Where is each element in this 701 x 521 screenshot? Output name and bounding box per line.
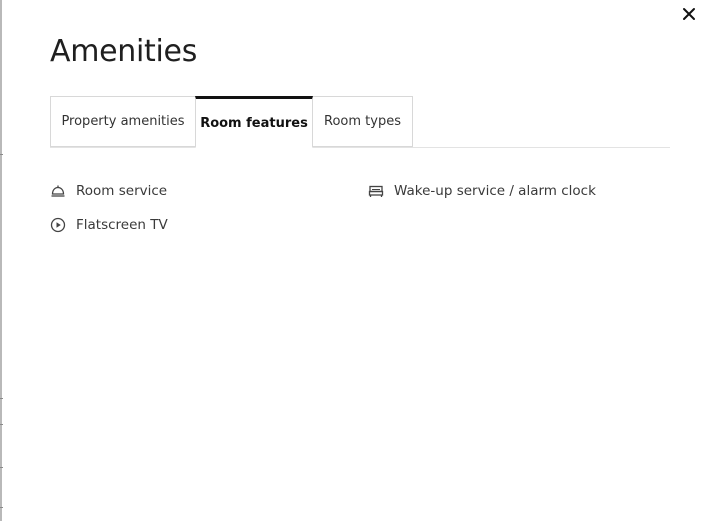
close-icon <box>683 8 695 20</box>
bed-icon <box>368 183 384 199</box>
background-edge-mark <box>0 398 3 399</box>
tab-room-features[interactable]: Room features <box>195 96 313 148</box>
close-button[interactable] <box>677 0 701 24</box>
dialog-title: Amenities <box>50 34 198 69</box>
amenity-item-room-service: Room service <box>50 183 167 199</box>
amenity-label: Wake-up service / alarm clock <box>394 183 596 199</box>
background-page-edge <box>0 0 2 521</box>
amenity-label: Flatscreen TV <box>76 217 168 233</box>
background-edge-mark <box>0 507 3 508</box>
amenities-tabs: Property amenities Room features Room ty… <box>50 96 670 148</box>
tab-property-amenities[interactable]: Property amenities <box>50 96 196 147</box>
background-edge-mark <box>0 467 3 468</box>
amenity-item-flatscreen-tv: Flatscreen TV <box>50 217 168 233</box>
background-edge-mark <box>0 424 3 425</box>
play-circle-icon <box>50 217 66 233</box>
amenity-label: Room service <box>76 183 168 199</box>
amenity-item-wake-up-service: Wake-up service / alarm clock <box>368 183 596 199</box>
amenities-dialog: Amenities Property amenities Room featur… <box>0 0 701 521</box>
tab-room-types[interactable]: Room types <box>312 96 413 147</box>
background-edge-mark <box>0 154 3 155</box>
tabs-divider <box>50 147 670 148</box>
room-service-bell-icon <box>50 183 66 199</box>
